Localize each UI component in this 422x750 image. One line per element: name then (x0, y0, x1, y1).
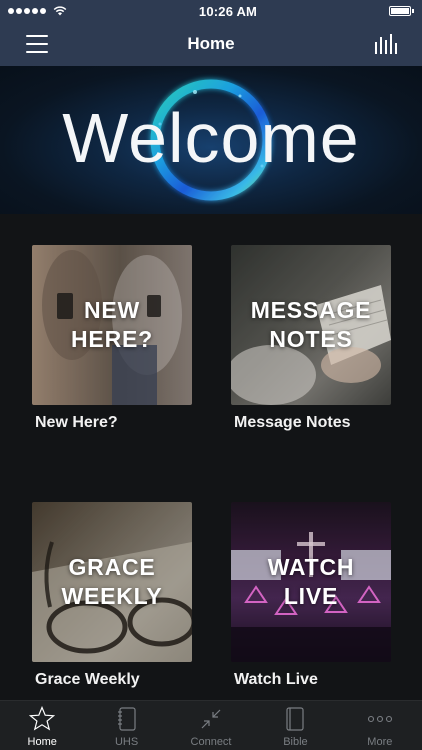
tab-label-uhs: UHS (114, 736, 139, 748)
watch-live-tile-text: WATCH LIVE (267, 554, 355, 609)
tab-bible[interactable]: Bible (253, 701, 337, 750)
signal-strength-icon (8, 6, 67, 16)
new-here-label[interactable]: New Here? (35, 414, 118, 432)
new-here-tile-text: NEW HERE? (71, 297, 153, 352)
audio-bars-icon[interactable] (374, 34, 400, 54)
grace-weekly-label[interactable]: Grace Weekly (35, 671, 140, 689)
page-title: Home (187, 34, 235, 53)
status-time: 10:26 AM (198, 3, 258, 19)
grace-weekly-tile-text: GRACE WEEKLY (61, 554, 163, 609)
notebook-icon (117, 707, 136, 731)
star-icon (29, 706, 56, 731)
tab-label-connect: Connect (190, 736, 232, 748)
new-here-tile[interactable]: NEW HERE? (32, 245, 192, 405)
book-icon (286, 707, 305, 731)
tab-label-bible: Bible (283, 736, 308, 748)
wifi-icon (53, 6, 67, 16)
tab-label-home: Home (27, 736, 57, 748)
tab-home[interactable]: Home (0, 701, 84, 750)
message-notes-label[interactable]: Message Notes (234, 414, 351, 432)
hamburger-menu-icon[interactable] (26, 35, 48, 53)
status-bar: 10:26 AM (0, 0, 422, 22)
tab-label-more: More (367, 736, 393, 748)
message-notes-tile[interactable]: MESSAGE NOTES (231, 245, 391, 405)
more-dots-icon (367, 715, 392, 723)
bottom-tab-bar: Home UHS Connect Bible More (0, 700, 422, 750)
welcome-banner[interactable]: Welcome (0, 66, 422, 214)
watch-live-tile[interactable]: WATCH LIVE (231, 502, 391, 662)
tab-connect[interactable]: Connect (169, 701, 253, 750)
watch-live-label[interactable]: Watch Live (234, 671, 318, 689)
tab-uhs[interactable]: UHS (84, 701, 168, 750)
battery-icon (388, 6, 414, 16)
navigation-bar: Home (0, 22, 422, 66)
welcome-heading: Welcome (62, 99, 360, 177)
collapse-arrows-icon (201, 709, 221, 729)
grace-weekly-tile[interactable]: GRACE WEEKLY (32, 502, 192, 662)
message-notes-tile-text: MESSAGE NOTES (250, 297, 372, 352)
tab-more[interactable]: More (338, 701, 422, 750)
